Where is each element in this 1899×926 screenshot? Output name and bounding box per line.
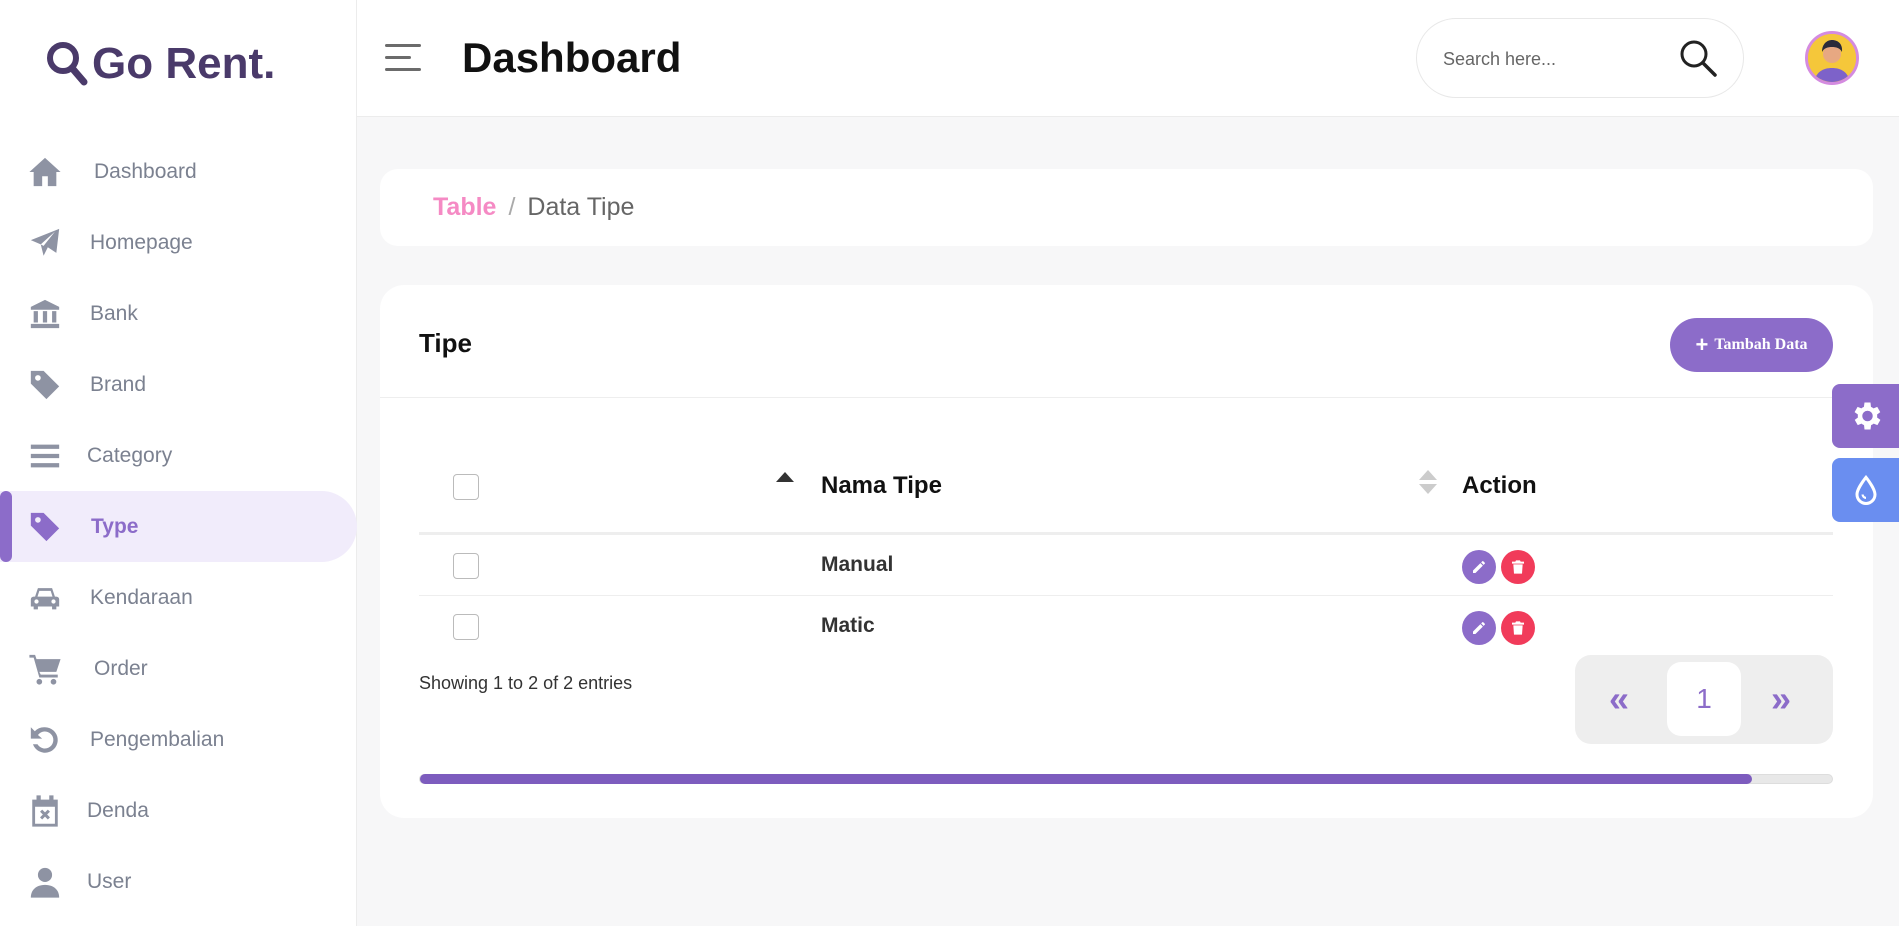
settings-button[interactable]	[1832, 384, 1899, 448]
brand-name: Go Rent.	[92, 39, 276, 88]
breadcrumb-current: Data Tipe	[527, 193, 635, 221]
sidebar-item-bank[interactable]: Bank	[0, 278, 357, 349]
gear-icon	[1854, 402, 1880, 430]
select-all-checkbox[interactable]	[453, 474, 479, 500]
trash-icon	[1512, 560, 1524, 574]
scrollbar-thumb[interactable]	[420, 774, 1752, 784]
sidebar-item-type[interactable]: Type	[0, 491, 357, 562]
pencil-icon	[1473, 561, 1485, 573]
sidebar-item-dashboard[interactable]: Dashboard	[0, 136, 357, 207]
data-table-card: Tipe + Tambah Data Nama Tipe Action Manu…	[380, 285, 1873, 818]
user-icon	[26, 863, 64, 901]
trash-icon	[1512, 621, 1524, 635]
delete-button[interactable]	[1501, 611, 1535, 645]
sidebar-item-label: Category	[87, 443, 173, 467]
droplet-icon	[1855, 475, 1876, 505]
table-row: Manual	[419, 535, 1833, 596]
sidebar-item-user[interactable]: User	[0, 846, 357, 917]
sidebar-item-homepage[interactable]: Homepage	[0, 207, 357, 278]
row-checkbox[interactable]	[453, 614, 479, 640]
cell-nama-tipe: Matic	[821, 614, 875, 637]
add-data-button[interactable]: + Tambah Data	[1670, 318, 1833, 372]
search-logo-icon	[47, 42, 88, 86]
add-data-label: Tambah Data	[1714, 336, 1808, 353]
top-header: Dashboard	[357, 0, 1899, 117]
breadcrumb-card: Table / Data Tipe	[380, 169, 1873, 246]
search-input[interactable]	[1443, 45, 1663, 73]
card-header: Tipe + Tambah Data	[380, 285, 1873, 398]
sidebar-item-pengembalian[interactable]: Pengembalian	[0, 704, 357, 775]
cart-icon	[26, 650, 64, 688]
tag-icon	[26, 366, 64, 404]
sidebar-item-label: Kendaraan	[90, 585, 193, 609]
home-icon	[26, 153, 64, 191]
sidebar-item-order[interactable]: Order	[0, 633, 357, 704]
tag-icon	[26, 508, 64, 546]
menu-toggle-icon[interactable]	[385, 44, 421, 76]
bank-icon	[26, 295, 64, 333]
calendar-x-icon	[26, 792, 64, 830]
sidebar-item-denda[interactable]: Denda	[0, 775, 357, 846]
sidebar-item-brand[interactable]: Brand	[0, 349, 357, 420]
sidebar-item-label: Denda	[87, 798, 149, 822]
list-icon	[26, 437, 64, 475]
brand-logo[interactable]: Go Rent.	[44, 38, 275, 90]
sidebar-item-label: Brand	[90, 372, 147, 396]
search-icon[interactable]	[1677, 37, 1719, 79]
data-table: Nama Tipe Action Manual Matic	[419, 440, 1833, 657]
pencil-icon	[1473, 622, 1485, 634]
sidebar-item-kendaraan[interactable]: Kendaraan	[0, 562, 357, 633]
plus-icon: +	[1695, 332, 1709, 357]
breadcrumb-separator: /	[508, 193, 516, 221]
sidebar-item-label: User	[87, 869, 132, 893]
breadcrumb: Table / Data Tipe	[433, 193, 634, 222]
edit-button[interactable]	[1462, 611, 1496, 645]
table-row: Matic	[419, 596, 1833, 657]
pagination-prev-icon[interactable]: «	[1609, 679, 1629, 719]
breadcrumb-link-table[interactable]: Table	[433, 193, 496, 222]
pagination-page-1[interactable]: 1	[1667, 662, 1741, 736]
sidebar-item-label: Dashboard	[94, 159, 197, 183]
table-info: Showing 1 to 2 of 2 entries	[419, 673, 633, 693]
card-title: Tipe	[419, 328, 472, 358]
sort-icon[interactable]	[1419, 470, 1437, 496]
sort-asc-icon[interactable]	[776, 472, 794, 482]
car-icon	[26, 579, 64, 617]
search-box	[1416, 18, 1744, 98]
edit-button[interactable]	[1462, 550, 1496, 584]
theme-color-button[interactable]	[1832, 458, 1899, 522]
paper-plane-icon	[26, 224, 64, 262]
pagination-next-icon[interactable]: »	[1771, 679, 1791, 719]
column-header-nama-tipe[interactable]: Nama Tipe	[821, 472, 942, 500]
column-header-action: Action	[1462, 472, 1537, 499]
sidebar-item-label: Type	[91, 514, 139, 538]
horizontal-scrollbar[interactable]	[419, 774, 1833, 784]
delete-button[interactable]	[1501, 550, 1535, 584]
avatar[interactable]	[1805, 31, 1859, 85]
sidebar-item-label: Homepage	[90, 230, 193, 254]
sidebar-item-label: Bank	[90, 301, 138, 325]
page-title: Dashboard	[462, 34, 682, 81]
undo-icon	[26, 721, 64, 759]
sidebar-item-category[interactable]: Category	[0, 420, 357, 491]
sidebar-item-label: Pengembalian	[90, 727, 225, 751]
cell-nama-tipe: Manual	[821, 553, 894, 576]
pagination: « 1 »	[1575, 655, 1833, 744]
avatar-image	[1808, 34, 1856, 82]
sidebar-item-label: Order	[94, 656, 148, 680]
sidebar-nav: Dashboard Homepage Bank Brand Category T…	[0, 136, 357, 917]
row-checkbox[interactable]	[453, 553, 479, 579]
table-header: Nama Tipe Action	[419, 440, 1833, 535]
sidebar: Go Rent. Dashboard Homepage Bank Brand C…	[0, 0, 357, 926]
